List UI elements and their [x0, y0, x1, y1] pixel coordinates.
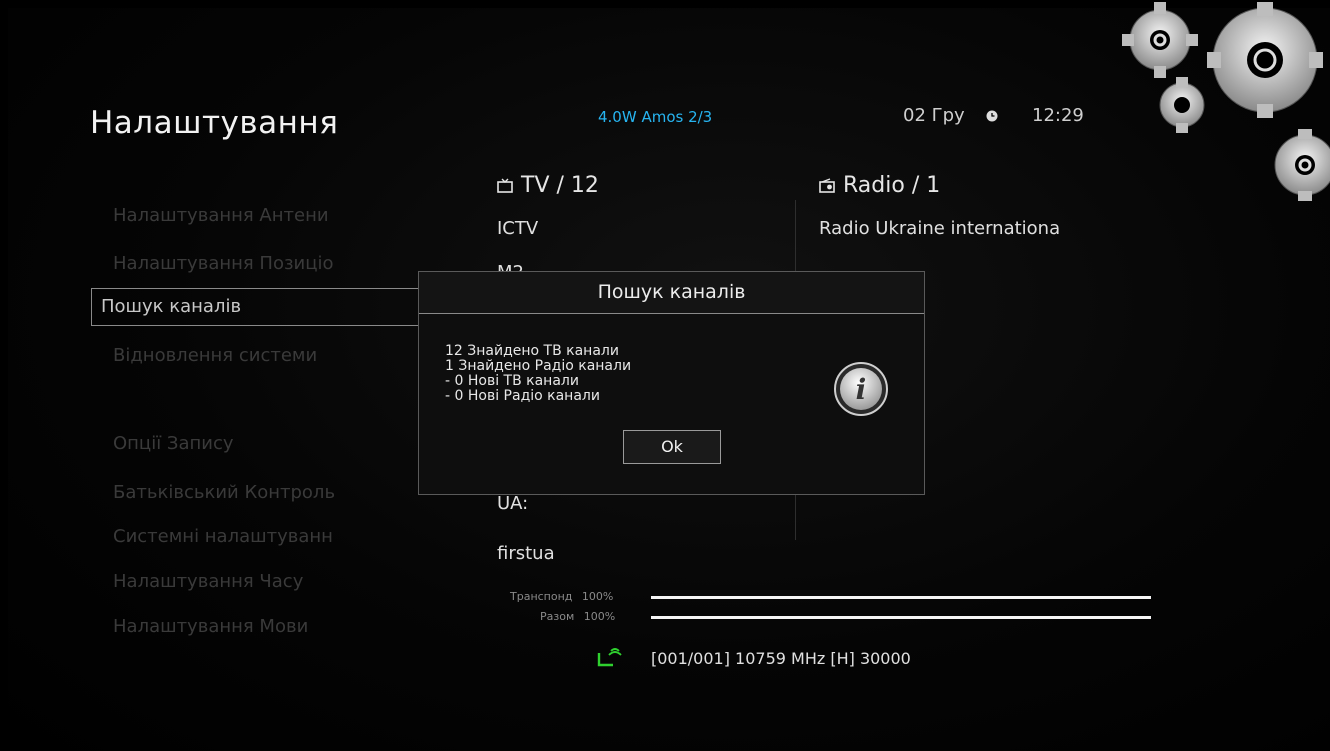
- tv-channel-item[interactable]: UA:: [497, 493, 528, 514]
- transponder-label-text: Транспонд: [510, 590, 573, 603]
- sidebar-item-time-settings[interactable]: Налаштування Часу: [113, 571, 303, 592]
- page-title: Налаштування: [90, 105, 339, 141]
- radio-header: Radio / 1: [819, 173, 940, 198]
- dialog-line: - 0 Нові Радіо канали: [445, 388, 600, 404]
- date-text: 02 Гру: [903, 105, 965, 126]
- sidebar-item-system-restore[interactable]: Відновлення системи: [113, 345, 317, 366]
- dialog-line: 1 Знайдено Радіо канали: [445, 358, 632, 374]
- sidebar-item-system-settings[interactable]: Системні налаштуванн: [113, 526, 333, 547]
- radio-channel-item[interactable]: Radio Ukraine internationa: [819, 218, 1060, 239]
- screen: Налаштування 4.0W Amos 2/3 02 Гру 12:29 …: [0, 0, 1330, 751]
- transponder-bar-fill: [651, 596, 1151, 599]
- total-value: 100%: [583, 610, 616, 623]
- sidebar-item-parental-control[interactable]: Батьківський Контроль: [113, 482, 335, 503]
- ok-button[interactable]: Ok: [623, 430, 721, 464]
- gears-icon: [1122, 2, 1330, 201]
- transponder-value: 100%: [581, 590, 614, 603]
- dialog-line: 12 Знайдено ТВ канали: [445, 343, 619, 359]
- total-bar: [651, 616, 1151, 619]
- total-label-text: Разом: [540, 610, 575, 623]
- clock-icon: [986, 110, 998, 122]
- dialog-message: 12 Знайдено ТВ канали 1 Знайдено Радіо к…: [445, 344, 631, 404]
- transponder-bar: [651, 596, 1151, 599]
- dialog-line: - 0 Нові ТВ канали: [445, 373, 579, 389]
- total-label: Разом 100%: [540, 610, 615, 623]
- sidebar-item-channel-search[interactable]: Пошук каналів: [91, 288, 421, 326]
- tv-channel-item[interactable]: ICTV: [497, 218, 538, 239]
- tv-icon: [497, 178, 513, 193]
- sidebar-item-antenna-settings[interactable]: Налаштування Антени: [113, 205, 329, 226]
- column-divider: [795, 200, 796, 280]
- dialog-title: Пошук каналів: [419, 272, 924, 314]
- satellite-name: 4.0W Amos 2/3: [598, 108, 713, 126]
- sidebar-item-recording-options[interactable]: Опції Запису: [113, 433, 234, 454]
- satellite-signal-icon: [597, 648, 622, 667]
- radio-icon: [819, 178, 835, 193]
- svg-text:i: i: [856, 373, 867, 406]
- tv-header: TV / 12: [497, 173, 599, 198]
- transponder-info: [001/001] 10759 MHz [H] 30000: [651, 649, 911, 668]
- sidebar-item-positioner-settings[interactable]: Налаштування Позицiо: [113, 253, 334, 274]
- tv-header-label: TV / 12: [521, 173, 599, 198]
- transponder-label: Транспонд 100%: [510, 590, 613, 603]
- total-bar-fill: [651, 616, 1151, 619]
- tv-channel-item[interactable]: firstua: [497, 543, 555, 564]
- menu-ghost-row: [113, 160, 118, 178]
- time-text: 12:29: [1032, 105, 1084, 126]
- column-divider: [795, 495, 796, 540]
- radio-header-label: Radio / 1: [843, 173, 941, 198]
- channel-search-dialog: Пошук каналів 12 Знайдено ТВ канали 1 Зн…: [418, 271, 925, 495]
- info-icon: i: [834, 362, 888, 416]
- sidebar-item-language-settings[interactable]: Налаштування Мови: [113, 616, 308, 637]
